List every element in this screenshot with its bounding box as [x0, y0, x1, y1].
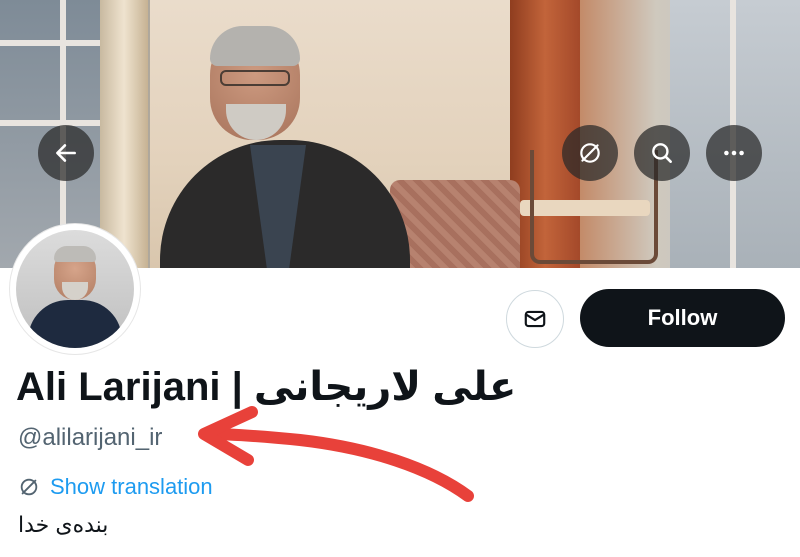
more-horizontal-icon [724, 150, 744, 156]
profile-bio: بنده‌ی خدا [18, 512, 109, 537]
avatar[interactable] [10, 224, 140, 354]
search-icon [652, 143, 672, 163]
search-button[interactable] [634, 125, 690, 181]
back-button[interactable] [38, 125, 94, 181]
envelope-icon [524, 310, 546, 328]
show-translation-link[interactable]: Show translation [50, 474, 213, 500]
more-button[interactable] [706, 125, 762, 181]
show-translation-row[interactable]: Show translation [18, 474, 213, 500]
avatar-person-hair [54, 246, 96, 262]
translate-icon [20, 478, 38, 496]
display-name: Ali Larijani | علی لاریجانی [16, 365, 517, 409]
follow-button[interactable]: Follow [580, 289, 785, 347]
translate-button[interactable] [562, 125, 618, 181]
message-button[interactable] [506, 290, 564, 348]
avatar-photo [16, 230, 134, 348]
banner-curtain [100, 0, 148, 268]
translate-icon [580, 143, 600, 163]
banner-person-glasses [220, 70, 290, 86]
username-handle: @alilarijani_ir [18, 424, 163, 451]
banner-person-hair [210, 26, 300, 66]
avatar-person-body [28, 300, 122, 348]
arrow-left-icon [56, 144, 76, 162]
